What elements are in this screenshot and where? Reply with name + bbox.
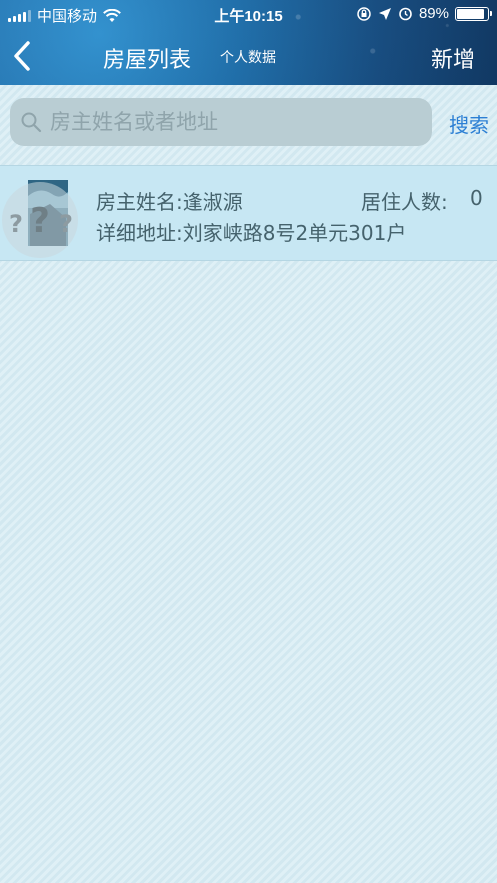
search-row: 搜索	[0, 85, 497, 165]
house-list-item[interactable]: ? ? ? 房主姓名:逢淑源 居住人数: 0 详细地址:刘家峡路8号2单元301…	[0, 165, 497, 261]
house-thumbnail: ? ? ?	[2, 180, 78, 258]
personal-data-link[interactable]: 个人数据	[220, 47, 276, 67]
owner-name: 房主姓名:逢淑源	[96, 190, 243, 214]
add-button[interactable]: 新增	[431, 42, 475, 74]
status-bar: 中国移动 上午10:15 89%	[0, 0, 497, 30]
header: 中国移动 上午10:15 89% 房屋列表 个人数据 新增	[0, 0, 497, 85]
battery-fill	[457, 8, 484, 19]
back-icon[interactable]	[10, 40, 34, 72]
search-input[interactable]	[48, 109, 412, 135]
house-address: 详细地址:刘家峡路8号2单元301户	[96, 221, 407, 245]
location-icon	[378, 7, 391, 20]
page-title: 房屋列表	[103, 48, 192, 73]
search-box[interactable]	[10, 98, 432, 146]
alarm-icon	[399, 7, 412, 21]
search-icon	[21, 112, 42, 133]
resident-count-label: 居住人数:	[361, 190, 448, 214]
svg-text:?: ?	[9, 210, 23, 238]
svg-text:?: ?	[30, 201, 50, 241]
svg-text:?: ?	[59, 210, 73, 238]
nav-bar: 房屋列表 个人数据 新增	[0, 30, 497, 85]
resident-count-value: 0	[470, 186, 483, 210]
lock-rotation-icon	[357, 6, 371, 21]
search-button[interactable]: 搜索	[449, 109, 489, 138]
status-bar-right: 89%	[356, 5, 492, 22]
battery-icon	[455, 6, 492, 21]
battery-percent: 89%	[418, 5, 449, 22]
